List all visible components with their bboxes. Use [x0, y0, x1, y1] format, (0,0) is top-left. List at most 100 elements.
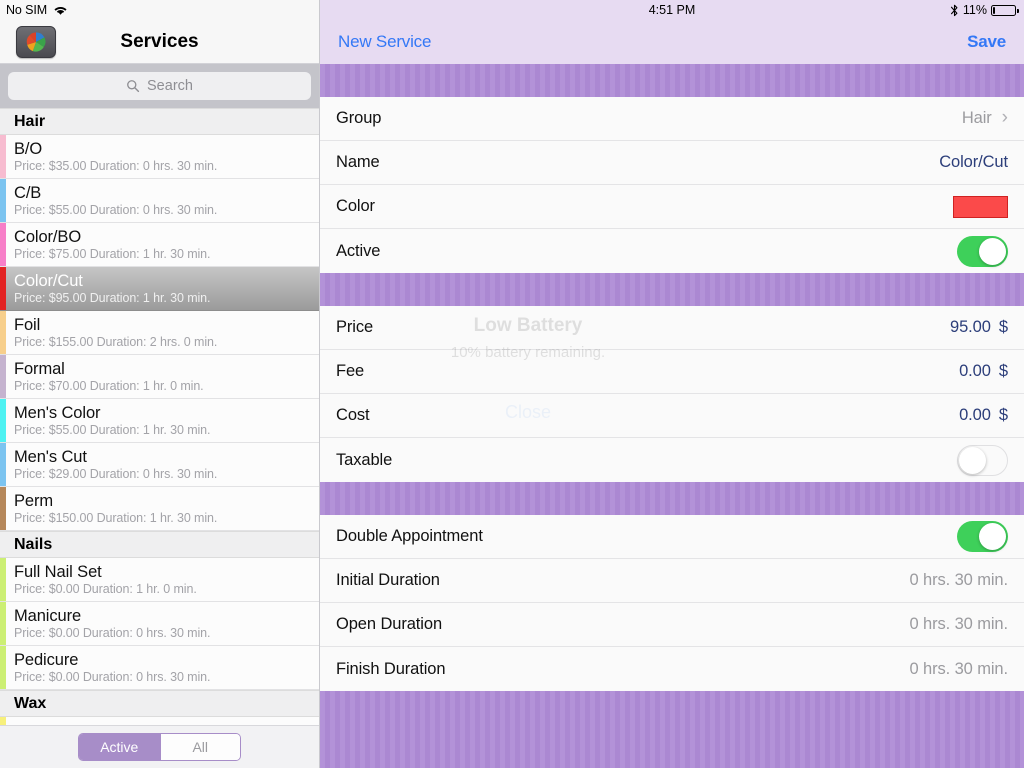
- list-item[interactable]: C/B Price: $55.00 Duration: 0 hrs. 30 min…: [0, 179, 319, 223]
- form-row[interactable]: Open Duration 0 hrs. 30 min.: [320, 603, 1024, 647]
- right-status-bar: 4:51 PM 11%: [320, 0, 1024, 20]
- form-row-value[interactable]: 0.00: [959, 406, 991, 425]
- chevron-right-icon: ›: [1001, 107, 1008, 128]
- list-section-header: Hair: [0, 108, 319, 135]
- list-item-detail: Price: $35.00 Duration: 0 hrs. 30 min.: [14, 158, 218, 173]
- list-item-name: Foil: [14, 315, 41, 334]
- form-row[interactable]: Name Color/Cut: [320, 141, 1024, 185]
- color-stripe: [0, 223, 6, 266]
- services-sidebar: No SIM Services Search Hair B/O Price: $…: [0, 0, 320, 768]
- list-item-detail: Price: $70.00 Duration: 1 hr. 0 min.: [14, 378, 204, 393]
- segment-all[interactable]: All: [159, 734, 240, 760]
- color-stripe: [0, 443, 6, 486]
- form-row-value[interactable]: 0.00: [959, 362, 991, 381]
- color-stripe: [0, 267, 6, 310]
- filter-segmented-container: Active All: [0, 725, 319, 768]
- battery-low-icon: [991, 4, 1019, 16]
- form-row-label: Open Duration: [336, 615, 443, 633]
- form-row[interactable]: Initial Duration 0 hrs. 30 min.: [320, 559, 1024, 603]
- search-input[interactable]: Search: [8, 72, 311, 100]
- form-row-value-container: 0.00 $: [959, 362, 1008, 381]
- form-row-value[interactable]: Color/Cut: [939, 153, 1008, 172]
- form-group: Double Appointment Initial Duration 0 hrs.…: [320, 515, 1024, 691]
- list-item-name: C/B: [14, 183, 42, 202]
- pinwheel-app-icon[interactable]: [16, 25, 56, 58]
- sidebar-navbar: Services: [0, 20, 319, 64]
- list-item[interactable]: Color/BO Price: $75.00 Duration: 1 hr. 30…: [0, 223, 319, 267]
- section-divider-band: [320, 273, 1024, 306]
- form-row-value-container: Hair ›: [962, 107, 1008, 128]
- list-item-detail: Price: $155.00 Duration: 2 hrs. 0 min.: [14, 334, 218, 349]
- form-row[interactable]: Cost 0.00 $: [320, 394, 1024, 438]
- bottom-filler-band: [320, 691, 1024, 768]
- form-row-value: 0 hrs. 30 min.: [909, 571, 1008, 589]
- form-row[interactable]: Finish Duration 0 hrs. 30 min.: [320, 647, 1024, 691]
- toggle-switch-on[interactable]: [957, 235, 1008, 267]
- toggle-knob: [959, 446, 986, 474]
- list-item[interactable]: Perm Price: $150.00 Duration: 1 hr. 30 mi…: [0, 487, 319, 531]
- pinwheel-icon: [26, 31, 46, 52]
- form-row[interactable]: Fee 0.00 $: [320, 350, 1024, 394]
- form-row-label: Fee: [336, 362, 365, 380]
- currency-unit: $: [998, 318, 1008, 336]
- list-item[interactable]: B/O Price: $35.00 Duration: 0 hrs. 30 min…: [0, 135, 319, 179]
- toggle-switch-on[interactable]: [957, 521, 1008, 552]
- form-row[interactable]: Taxable: [320, 438, 1024, 482]
- list-item[interactable]: Formal Price: $70.00 Duration: 1 hr. 0 mi…: [0, 355, 319, 399]
- form-row-value-container: [953, 195, 1008, 218]
- form-row[interactable]: Active: [320, 229, 1024, 273]
- form-row-label: Taxable: [336, 450, 393, 469]
- list-section-header: Wax: [0, 690, 319, 717]
- form-row[interactable]: Group Hair ›: [320, 97, 1024, 141]
- form-group: Group Hair › Name Color/Cut Color Active: [320, 97, 1024, 273]
- color-stripe: [0, 717, 6, 725]
- filter-segmented-control[interactable]: Active All: [78, 733, 241, 761]
- bluetooth-icon: [950, 4, 958, 16]
- list-item[interactable]: Men's Cut Price: $29.00 Duration: 0 hrs. …: [0, 443, 319, 487]
- currency-unit: $: [998, 406, 1008, 424]
- new-service-button[interactable]: New Service: [338, 32, 431, 52]
- list-item-name: Pedicure: [14, 650, 79, 669]
- list-item[interactable]: Pedicure Price: $0.00 Duration: 0 hrs. 30…: [0, 646, 319, 690]
- list-item-detail: Price: $95.00 Duration: 1 hr. 30 min.: [14, 290, 211, 305]
- color-stripe: [0, 487, 6, 530]
- list-item-detail: Price: $55.00 Duration: 1 hr. 30 min.: [14, 422, 211, 437]
- list-item-name: Men's Cut: [14, 447, 87, 466]
- toggle-switch-off[interactable]: [957, 444, 1008, 476]
- left-status-bar: No SIM: [0, 0, 319, 20]
- list-item[interactable]: Foil Price: $155.00 Duration: 2 hrs. 0 mi…: [0, 311, 319, 355]
- color-stripe: [0, 355, 6, 398]
- list-item-name: Color/Cut: [14, 271, 83, 290]
- list-item[interactable]: Men's Color Price: $55.00 Duration: 1 hr.…: [0, 399, 319, 443]
- form-row-value-container: [957, 521, 1008, 552]
- form-row[interactable]: Double Appointment: [320, 515, 1024, 559]
- color-stripe: [0, 602, 6, 645]
- form-row-value-container: 0 hrs. 30 min.: [909, 660, 1008, 679]
- currency-unit: $: [998, 362, 1008, 380]
- form-row-value[interactable]: 95.00: [950, 318, 991, 337]
- list-item-name: Full Nail Set: [14, 562, 102, 581]
- form-row[interactable]: Price 95.00 $: [320, 306, 1024, 350]
- carrier-label: No SIM: [6, 3, 48, 17]
- battery-percent-label: 11%: [962, 3, 987, 17]
- search-icon: [127, 80, 140, 93]
- form-row-value-container: 0 hrs. 30 min.: [909, 571, 1008, 590]
- list-item-name: Color/BO: [14, 227, 82, 246]
- color-swatch[interactable]: [953, 195, 1008, 218]
- form-row-value-container: [957, 235, 1008, 267]
- list-item-detail: Price: $29.00 Duration: 0 hrs. 30 min.: [14, 466, 218, 481]
- services-list[interactable]: Hair B/O Price: $35.00 Duration: 0 hrs. 30…: [0, 108, 319, 725]
- list-item-detail: Price: $0.00 Duration: 1 hr. 0 min.: [14, 581, 197, 596]
- list-item-name: Men's Color: [14, 403, 101, 422]
- form-row-label: Name: [336, 153, 380, 171]
- save-button[interactable]: Save: [967, 32, 1006, 52]
- list-item[interactable]: Color/Cut Price: $95.00 Duration: 1 hr. 3…: [0, 267, 319, 311]
- form-row-value-container: 0.00 $: [959, 406, 1008, 425]
- segment-active[interactable]: Active: [79, 734, 160, 760]
- form-row[interactable]: Color: [320, 185, 1024, 229]
- list-item[interactable]: Manicure Price: $0.00 Duration: 0 hrs. 30…: [0, 602, 319, 646]
- toggle-knob: [979, 237, 1006, 265]
- list-item-detail: Price: $0.00 Duration: 0 hrs. 30 min.: [14, 669, 211, 684]
- list-item[interactable]: Full Nail Set Price: $0.00 Duration: 1 hr…: [0, 558, 319, 602]
- list-item[interactable]: Eyebrow Arch: [0, 717, 319, 725]
